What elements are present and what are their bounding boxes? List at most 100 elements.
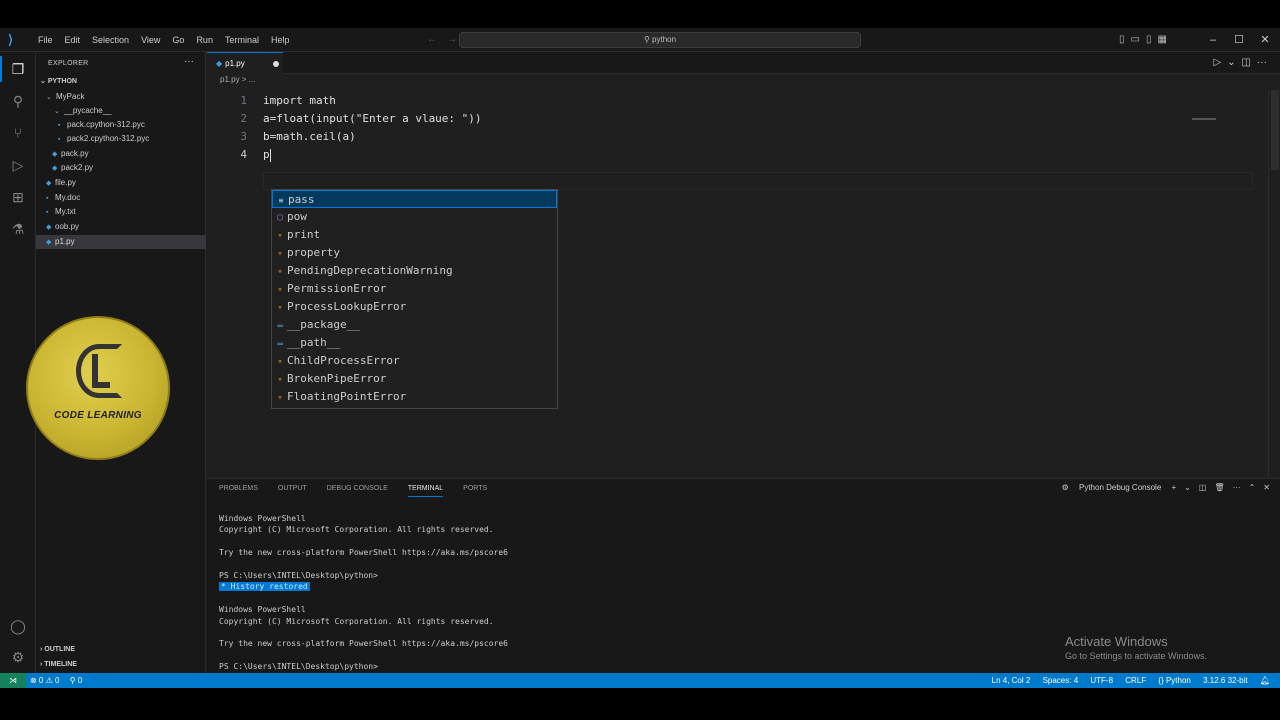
outline-section[interactable]: › OUTLINE [40, 646, 75, 653]
workspace-root[interactable]: ⌄ PYTHON [40, 77, 77, 85]
class-icon: ⚬ [276, 375, 284, 384]
suggestion-item[interactable]: ⚬ ProcessLookupError [272, 298, 557, 316]
suggestion-item[interactable]: ⚬ ChildProcessError [272, 352, 557, 370]
tree-item-label: pack.py [61, 149, 89, 158]
more-actions-icon[interactable]: ··· [1257, 57, 1267, 68]
breadcrumb[interactable]: p1.py > ... [220, 75, 255, 84]
explorer-icon[interactable]: ❐ [9, 60, 27, 78]
tab-output[interactable]: OUTPUT [278, 485, 307, 497]
tree-folder-mypack[interactable]: ⌄ MyPack [36, 90, 206, 104]
extensions-icon[interactable]: ⊞ [9, 188, 27, 206]
suggestion-item[interactable]: ⚬ property [272, 244, 557, 262]
suggestion-item[interactable]: ⚬ PermissionError [272, 280, 557, 298]
menu-view[interactable]: View [135, 28, 166, 52]
chevron-down-icon[interactable]: ⌄ [1227, 57, 1235, 68]
settings-gear-icon[interactable]: ⚙ [9, 648, 27, 666]
menu-go[interactable]: Go [166, 28, 190, 52]
tab-p1-py[interactable]: ◆ p1.py [207, 52, 283, 74]
maximize-icon[interactable]: ☐ [1226, 28, 1252, 52]
code-line[interactable]: a=float(input("Enter a vlaue: ")) [263, 112, 482, 125]
search-view-icon[interactable]: ⚲ [9, 92, 27, 110]
tab-problems[interactable]: PROBLEMS [219, 485, 258, 497]
menu-file[interactable]: File [32, 28, 59, 52]
account-icon[interactable]: ◯ [9, 617, 27, 635]
tree-file[interactable]: ◆ pack.py [36, 147, 206, 161]
run-file-icon[interactable]: ▷ [1213, 57, 1221, 68]
language-mode[interactable]: {} Python [1158, 676, 1190, 685]
close-panel-icon[interactable]: ✕ [1263, 483, 1270, 492]
tab-debug-console[interactable]: DEBUG CONSOLE [327, 485, 388, 497]
close-icon[interactable]: ✕ [1252, 28, 1278, 52]
more-actions-icon[interactable]: ··· [184, 56, 194, 67]
back-arrow-icon[interactable]: ← [427, 34, 437, 45]
encoding[interactable]: UTF-8 [1090, 676, 1113, 685]
indentation[interactable]: Spaces: 4 [1043, 676, 1079, 685]
tree-file[interactable]: ▪ My.doc [36, 191, 206, 205]
maximize-panel-icon[interactable]: ⌃ [1249, 483, 1256, 492]
tree-file[interactable]: ◆ pack2.py [36, 161, 206, 175]
cursor-position[interactable]: Ln 4, Col 2 [992, 676, 1031, 685]
tree-file[interactable]: ◆ oob.py [36, 220, 206, 234]
tree-folder-pycache[interactable]: ⌄ __pycache__ [36, 104, 206, 118]
menu-help[interactable]: Help [265, 28, 296, 52]
remote-indicator-icon[interactable]: ⋊ [0, 673, 26, 688]
suggestion-item[interactable]: ⬡ pow [272, 208, 557, 226]
debug-console-selector[interactable]: ⚙ Python Debug Console [1054, 483, 1162, 492]
menu-bar: File Edit Selection View Go Run Terminal… [32, 28, 295, 52]
class-icon: ⚬ [276, 303, 284, 312]
testing-icon[interactable]: ⚗ [9, 220, 27, 238]
tab-ports[interactable]: PORTS [463, 485, 487, 497]
chevron-down-icon[interactable]: ⌄ [1184, 483, 1191, 492]
notifications-bell-icon[interactable]: 🔔︎ [1260, 676, 1270, 685]
menu-run[interactable]: Run [190, 28, 219, 52]
suggestion-item[interactable]: ⚬ print [272, 226, 557, 244]
forward-arrow-icon[interactable]: → [447, 34, 457, 45]
scrollbar-thumb[interactable] [1271, 90, 1279, 170]
suggestion-item[interactable]: ⚬ PendingDeprecationWarning [272, 262, 557, 280]
timeline-section[interactable]: › TIMELINE [40, 661, 77, 668]
suggestion-item[interactable]: ⚬ FloatingPointError [272, 388, 557, 406]
trash-icon[interactable]: 🗑 [1214, 483, 1224, 492]
new-terminal-icon[interactable]: + [1172, 483, 1177, 492]
toggle-sidebar-icon[interactable]: ▯ [1119, 34, 1125, 45]
run-debug-icon[interactable]: ▷ [9, 156, 27, 174]
tab-terminal[interactable]: TERMINAL [407, 485, 444, 497]
toggle-secondary-sidebar-icon[interactable]: ▯ [1146, 34, 1152, 45]
tree-file[interactable]: ▪ pack.cpython-312.pyc [36, 118, 206, 132]
unsaved-dot-icon[interactable] [273, 61, 279, 67]
minimap[interactable] [1192, 118, 1216, 120]
file-icon: ▪ [46, 209, 49, 216]
customize-layout-icon[interactable]: ▦ [1157, 34, 1166, 45]
chevron-down-icon: ⌄ [46, 94, 52, 101]
more-actions-icon[interactable]: ··· [1233, 483, 1241, 492]
problems-indicator[interactable]: ⊗ 0 ⚠ 0 [30, 676, 59, 685]
suggestion-item[interactable]: ≡ pass [272, 190, 557, 208]
suggestion-item[interactable]: ⚬ BrokenPipeError [272, 370, 557, 388]
code-line-current[interactable]: p [263, 148, 271, 162]
split-editor-icon[interactable]: ◫ [1242, 57, 1251, 68]
tree-file[interactable]: ▪ My.txt [36, 205, 206, 219]
code-line[interactable]: b=math.ceil(a) [263, 130, 356, 143]
suggestion-item[interactable]: ▭ __path__ [272, 334, 557, 352]
tree-file-selected[interactable]: ◆ p1.py [36, 235, 206, 249]
tree-file[interactable]: ◆ file.py [36, 176, 206, 190]
variable-icon: ▭ [277, 321, 283, 330]
command-center-search[interactable]: ⚲ python [459, 32, 861, 48]
suggestion-label: BrokenPipeError [287, 372, 387, 385]
menu-terminal[interactable]: Terminal [219, 28, 265, 52]
code-line[interactable]: import math [263, 94, 336, 107]
suggestion-item[interactable]: ▭ __package__ [272, 316, 557, 334]
ports-indicator[interactable]: ⚲ 0 [70, 676, 83, 685]
source-control-icon[interactable]: ⑂ [9, 124, 27, 142]
editor-scrollbar[interactable] [1268, 90, 1280, 490]
menu-selection[interactable]: Selection [86, 28, 135, 52]
terminal-line: Windows PowerShell [219, 605, 306, 615]
python-interpreter[interactable]: 3.12.6 32-bit [1203, 676, 1247, 685]
minimize-icon[interactable]: – [1200, 28, 1226, 52]
line-ending[interactable]: CRLF [1125, 676, 1146, 685]
menu-edit[interactable]: Edit [59, 28, 87, 52]
split-terminal-icon[interactable]: ◫ [1199, 483, 1207, 492]
terminal-output[interactable]: Windows PowerShell Copyright (C) Microsof… [219, 513, 508, 673]
toggle-panel-icon[interactable]: ▭ [1131, 34, 1140, 45]
tree-file[interactable]: ▪ pack2.cpython-312.pyc [36, 132, 206, 146]
